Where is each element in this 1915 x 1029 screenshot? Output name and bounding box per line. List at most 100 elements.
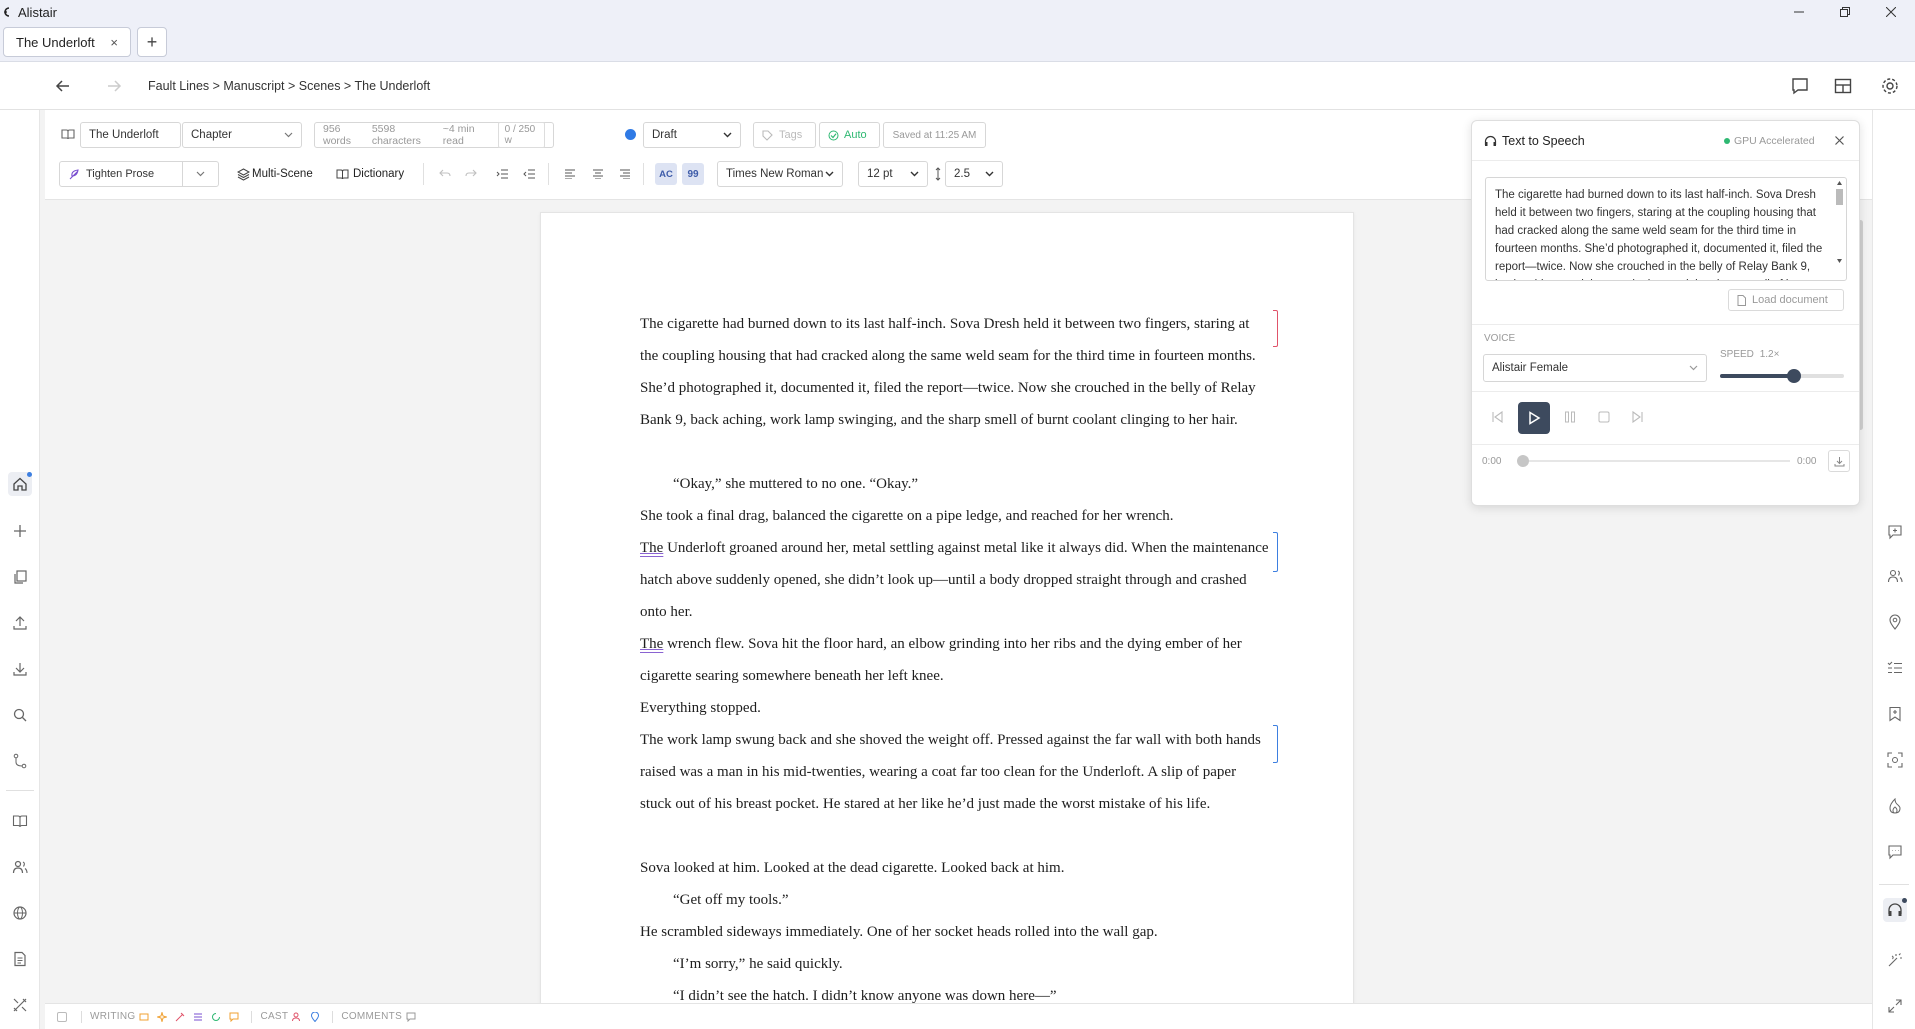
focus-icon[interactable] (1883, 748, 1907, 772)
status-select[interactable]: Draft (643, 122, 741, 148)
flagged-word[interactable]: The (640, 540, 663, 556)
comment-panel-icon[interactable] (1790, 76, 1810, 96)
auto-save-toggle[interactable]: Auto (819, 122, 880, 148)
location-pin-icon[interactable] (1883, 610, 1907, 634)
font-family-select[interactable]: Times New Roman (717, 161, 843, 187)
playback-thumb[interactable] (1517, 455, 1529, 467)
tools-icon[interactable] (8, 993, 32, 1017)
document-type-select[interactable]: Chapter (182, 122, 302, 148)
paragraph[interactable]: She took a final drag, balanced the ciga… (640, 500, 1270, 532)
flagged-word[interactable]: The (640, 636, 663, 652)
speed-slider[interactable] (1720, 369, 1844, 383)
indent-icon[interactable] (491, 163, 513, 185)
font-size-select[interactable]: 12 pt (858, 161, 928, 187)
bookmark-add-icon[interactable] (1883, 702, 1907, 726)
globe-icon[interactable] (8, 901, 32, 925)
paragraph[interactable]: Everything stopped. (640, 692, 1270, 724)
close-window-button[interactable] (1868, 0, 1914, 24)
pause-button[interactable] (1559, 406, 1581, 428)
playback-progress[interactable] (1517, 455, 1790, 467)
layout-icon[interactable] (1833, 76, 1853, 96)
new-tab-button[interactable]: + (137, 27, 167, 57)
paragraph[interactable]: The work lamp swung back and she shoved … (640, 724, 1270, 820)
restore-button[interactable] (1822, 0, 1868, 24)
magic-wand-icon[interactable] (1883, 948, 1907, 972)
autocorrect-toggle[interactable]: AC (655, 163, 677, 185)
tags-field[interactable]: Tags (753, 122, 816, 148)
list-icon[interactable] (193, 1012, 203, 1022)
align-center-icon[interactable] (587, 163, 609, 185)
margin-marker[interactable] (1273, 532, 1278, 572)
paragraph[interactable]: “I didn’t see the hatch. I didn’t know a… (640, 980, 1270, 1003)
align-right-icon[interactable] (614, 163, 636, 185)
expand-icon[interactable] (1883, 994, 1907, 1018)
tab-the-underloft[interactable]: The Underloft × (3, 27, 131, 57)
upload-icon[interactable] (8, 611, 32, 635)
characters-icon[interactable] (8, 855, 32, 879)
settings-gear-icon[interactable] (1880, 76, 1900, 96)
add-comment-icon[interactable] (1883, 520, 1907, 544)
document-icon[interactable] (8, 947, 32, 971)
close-icon[interactable] (1835, 136, 1844, 145)
load-document-button[interactable]: Load document (1728, 289, 1844, 311)
paragraph[interactable]: “Okay,” she muttered to no one. “Okay.” (640, 468, 1270, 500)
word-goal[interactable]: 0 / 250 w (497, 122, 545, 148)
minimize-button[interactable] (1776, 0, 1822, 24)
smart-quotes-toggle[interactable]: 99 (682, 163, 704, 185)
paragraph[interactable]: “Get off my tools.” (640, 884, 1270, 916)
document-title-field[interactable]: The Underloft (80, 122, 181, 148)
people-icon[interactable] (292, 1012, 302, 1022)
book-open-icon[interactable] (57, 123, 79, 145)
outdent-icon[interactable] (518, 163, 540, 185)
chat-bubble-icon[interactable] (229, 1012, 239, 1022)
back-arrow-icon[interactable] (53, 76, 73, 96)
flame-icon[interactable] (1883, 794, 1907, 818)
add-icon[interactable] (8, 519, 32, 543)
refresh-icon[interactable] (211, 1012, 221, 1022)
location-icon[interactable] (310, 1011, 320, 1022)
margin-marker[interactable] (1273, 725, 1278, 763)
redo-icon[interactable] (460, 163, 482, 185)
chat-icon[interactable] (1883, 840, 1907, 864)
cast-icon[interactable] (1883, 564, 1907, 588)
breadcrumb[interactable]: Fault Lines > Manuscript > Scenes > The … (148, 79, 430, 93)
paragraph[interactable]: “I’m sorry,” he said quickly. (640, 948, 1270, 980)
line-height-select[interactable]: 2.5 (945, 161, 1003, 187)
comment-icon[interactable] (406, 1012, 416, 1022)
tts-text-scrollbar[interactable] (1834, 179, 1845, 279)
paragraph[interactable]: He scrambled sideways immediately. One o… (640, 916, 1270, 948)
margin-marker[interactable] (1273, 310, 1278, 347)
home-icon[interactable] (8, 472, 32, 496)
tab-close-icon[interactable]: × (110, 35, 118, 50)
multi-scene-button[interactable]: Multi-Scene (252, 168, 313, 180)
tts-text-area[interactable]: The cigarette had burned down to its las… (1485, 177, 1847, 281)
download-icon[interactable] (8, 657, 32, 681)
dictionary-button[interactable]: Dictionary (353, 168, 404, 180)
pen-icon[interactable] (175, 1012, 185, 1022)
sparkle-icon[interactable] (157, 1011, 168, 1022)
undo-icon[interactable] (434, 163, 456, 185)
search-icon[interactable] (8, 703, 32, 727)
align-left-icon[interactable] (559, 163, 581, 185)
book-icon[interactable] (8, 809, 32, 833)
skip-forward-button[interactable] (1627, 406, 1649, 428)
forward-arrow-icon[interactable] (104, 76, 124, 96)
paragraph[interactable]: The Underloft groaned around her, metal … (640, 532, 1270, 628)
text-to-speech-headphones-icon[interactable] (1883, 898, 1907, 922)
goal-icon[interactable] (139, 1012, 149, 1022)
play-button[interactable] (1518, 402, 1550, 434)
speed-slider-thumb[interactable] (1787, 369, 1802, 383)
copy-icon[interactable] (8, 565, 32, 589)
download-audio-button[interactable] (1828, 450, 1850, 472)
paragraph[interactable]: Sova looked at him. Looked at the dead c… (640, 852, 1270, 884)
checklist-icon[interactable] (1883, 656, 1907, 680)
paragraph[interactable]: The cigarette had burned down to its las… (640, 308, 1270, 436)
skip-back-button[interactable] (1486, 406, 1508, 428)
paragraph[interactable]: The wrench flew. Sova hit the floor hard… (640, 628, 1270, 692)
branch-icon[interactable] (8, 749, 32, 773)
voice-select[interactable]: Alistair Female (1483, 354, 1707, 382)
tighten-prose-button[interactable]: Tighten Prose (59, 161, 183, 187)
stop-button[interactable] (1593, 406, 1615, 428)
time-total: 0:00 (1797, 456, 1817, 467)
tighten-prose-dropdown[interactable] (182, 161, 219, 187)
